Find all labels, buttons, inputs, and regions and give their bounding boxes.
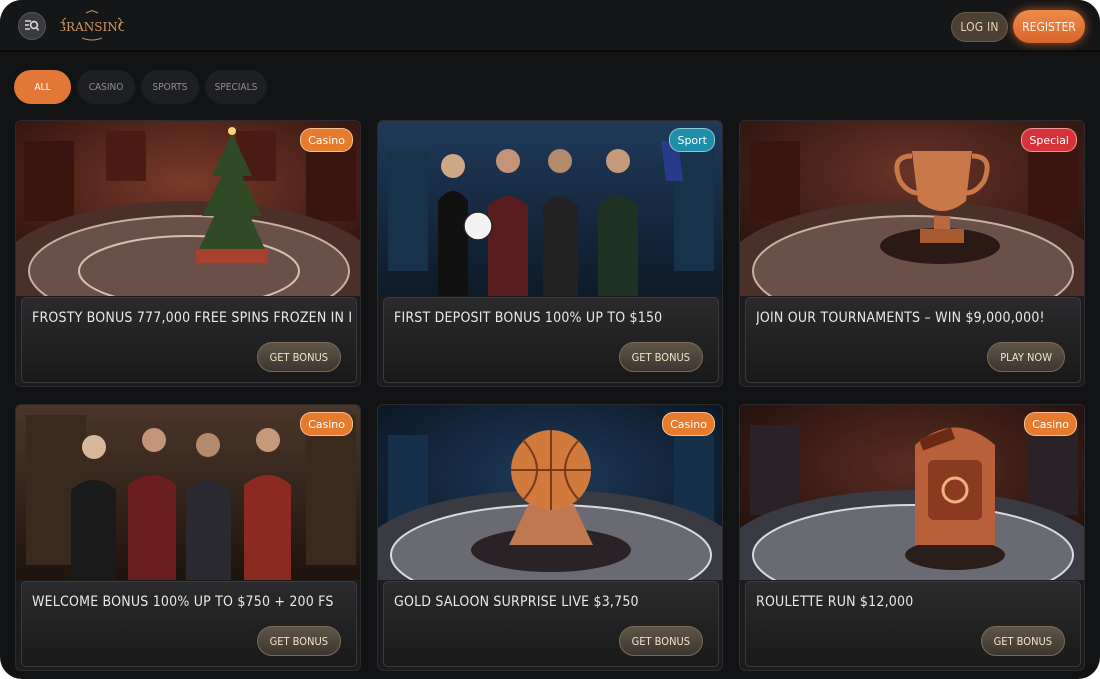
top-bar: GRANSINO LOG IN REGISTER [0,0,1100,52]
category-badge: Casino [1024,412,1077,436]
menu-search-button[interactable] [18,12,46,40]
filter-sports[interactable]: SPORTS [141,70,199,104]
promo-card[interactable]: Sport FIRST DEPOSIT BONUS 100% UP TO $15… [377,120,723,387]
app-frame: GRANSINO LOG IN REGISTER ALL CASINO SPOR… [0,0,1100,679]
promo-panel: ROULETTE RUN $12,000 GET BONUS [745,581,1081,667]
get-bonus-button[interactable]: GET BONUS [618,626,703,656]
category-badge: Casino [300,412,353,436]
promo-panel: FROSTY BONUS 777,000 FREE SPINS FROZEN I… [21,297,357,383]
category-badge: Sport [669,128,715,152]
promo-title: FIRST DEPOSIT BONUS 100% UP TO $150 [394,310,663,326]
promo-title: GOLD SALOON SURPRISE LIVE $3,750 [394,594,639,610]
search-menu-icon [25,20,40,31]
get-bonus-button[interactable]: GET BONUS [256,626,341,656]
promo-title: FROSTY BONUS 777,000 FREE SPINS FROZEN I… [32,310,352,326]
category-badge: Casino [300,128,353,152]
logo-text: GRANSINO [60,20,124,34]
promo-card[interactable]: Casino ROULETTE RUN $12,000 GET BONUS [739,404,1085,671]
filter-specials[interactable]: SPECIALS [205,70,267,104]
play-now-button[interactable]: PLAY NOW [987,342,1065,372]
login-button[interactable]: LOG IN [951,12,1008,42]
promo-title: ROULETTE RUN $12,000 [756,594,914,610]
promo-card[interactable]: Casino GOLD SALOON SURPRISE LIVE $3,750 … [377,404,723,671]
filter-casino[interactable]: CASINO [77,70,135,104]
promo-card[interactable]: Special JOIN OUR TOURNAMENTS – WIN $9,00… [739,120,1085,387]
promo-card[interactable]: Casino FROSTY BONUS 777,000 FREE SPINS F… [15,120,361,387]
gransino-logo[interactable]: GRANSINO [56,9,128,42]
get-bonus-button[interactable]: GET BONUS [980,626,1065,656]
promo-title: JOIN OUR TOURNAMENTS – WIN $9,000,000! [756,310,1045,326]
promo-panel: GOLD SALOON SURPRISE LIVE $3,750 GET BON… [383,581,719,667]
get-bonus-button[interactable]: GET BONUS [256,342,341,372]
promo-panel: JOIN OUR TOURNAMENTS – WIN $9,000,000! P… [745,297,1081,383]
promo-panel: FIRST DEPOSIT BONUS 100% UP TO $150 GET … [383,297,719,383]
get-bonus-button[interactable]: GET BONUS [618,342,703,372]
filter-all[interactable]: ALL [14,70,71,104]
promo-title: WELCOME BONUS 100% UP TO $750 + 200 FS [32,594,334,610]
register-button[interactable]: REGISTER [1013,10,1085,43]
category-badge: Casino [662,412,715,436]
promo-panel: WELCOME BONUS 100% UP TO $750 + 200 FS G… [21,581,357,667]
promo-card[interactable]: Casino WELCOME BONUS 100% UP TO $750 + 2… [15,404,361,671]
category-badge: Special [1021,128,1077,152]
